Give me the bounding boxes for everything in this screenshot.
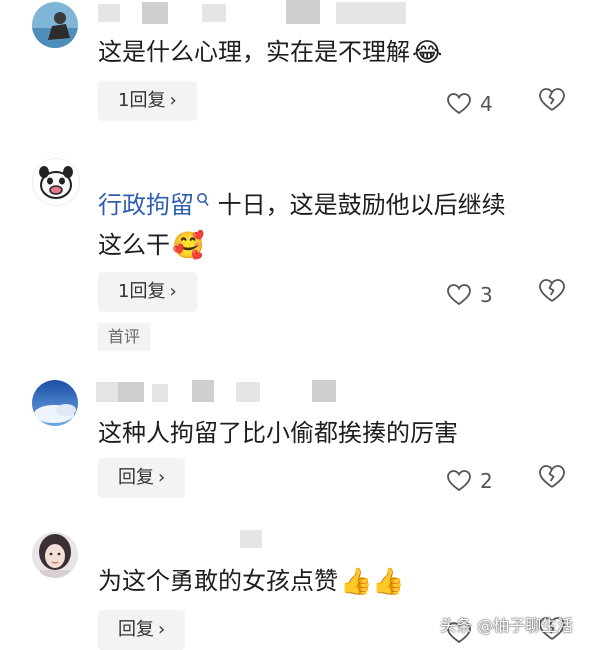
comment-text: 这种人拘留了比小偷都挨揍的厉害 — [98, 414, 458, 452]
username-mosaic — [96, 382, 118, 402]
comment-text: 这是什么心理，实在是不理解😂 — [98, 33, 442, 72]
smiling-hearts-emoji-icon: 🥰 — [172, 231, 205, 261]
username-mosaic — [336, 2, 406, 24]
username-mosaic — [192, 380, 214, 402]
like-count: 2 — [480, 468, 493, 493]
thumbs-up-emoji-icon: 👍👍 — [340, 567, 405, 597]
username-mosaic — [98, 4, 120, 22]
watermark: 头条 @柚子聊生活 — [440, 616, 574, 635]
broken-heart-icon — [539, 88, 565, 111]
reply-button[interactable]: 1回复 › — [98, 272, 197, 312]
search-icon — [197, 193, 209, 206]
reply-label: 1回复 — [118, 90, 166, 111]
dislike-button[interactable] — [538, 278, 566, 306]
chevron-right-icon: › — [169, 90, 177, 111]
reply-button[interactable]: 回复 › — [98, 458, 186, 498]
comment-body: 为这个勇敢的女孩点赞 — [98, 567, 338, 595]
heart-icon — [447, 92, 471, 114]
username-mosaic — [202, 4, 226, 22]
heart-icon — [447, 469, 471, 491]
avatar[interactable] — [32, 532, 78, 578]
username-mosaic — [236, 382, 260, 402]
avatar[interactable] — [32, 2, 78, 48]
first-comment-badge: 首评 — [98, 323, 151, 351]
username-mosaic — [240, 530, 262, 548]
heart-icon — [447, 283, 471, 305]
broken-heart-icon — [539, 279, 565, 302]
comment-body: 这么干 — [98, 231, 170, 259]
like-button[interactable]: 4 — [446, 87, 493, 117]
comment-body: 十日，这是鼓励他以后继续 — [210, 191, 506, 219]
comment-body: 这是什么心理，实在是不理解 — [98, 38, 410, 66]
reply-button[interactable]: 1回复 › — [98, 81, 197, 121]
mention-link[interactable]: 行政拘留 — [98, 191, 210, 219]
reply-button[interactable]: 回复 › — [98, 610, 186, 650]
mention-text: 行政拘留 — [98, 191, 194, 219]
username-mosaic — [312, 380, 336, 402]
username-mosaic — [152, 384, 168, 402]
dislike-button[interactable] — [538, 87, 566, 115]
username-mosaic — [286, 0, 320, 24]
laughing-emoji-icon: 😂 — [412, 38, 443, 68]
reply-label: 1回复 — [118, 281, 166, 302]
chevron-right-icon: › — [158, 467, 166, 488]
like-button[interactable]: 2 — [446, 464, 493, 494]
comment-body: 这种人拘留了比小偷都挨揍的厉害 — [98, 419, 458, 447]
like-count: 4 — [480, 91, 493, 116]
comment-text-line2: 这么干🥰 — [98, 226, 204, 265]
chevron-right-icon: › — [158, 619, 166, 640]
broken-heart-icon — [539, 465, 565, 488]
comment-text: 为这个勇敢的女孩点赞👍👍 — [98, 562, 405, 601]
username-mosaic — [142, 2, 168, 24]
reply-label: 回复 — [118, 467, 154, 488]
username-mosaic — [118, 382, 144, 402]
reply-label: 回复 — [118, 619, 154, 640]
dislike-button[interactable] — [538, 464, 566, 492]
like-count: 3 — [480, 282, 493, 307]
avatar[interactable] — [32, 380, 78, 426]
comment-text: 行政拘留 十日，这是鼓励他以后继续 — [98, 186, 506, 224]
like-button[interactable]: 3 — [446, 278, 493, 308]
chevron-right-icon: › — [169, 281, 177, 302]
avatar[interactable] — [32, 158, 80, 206]
